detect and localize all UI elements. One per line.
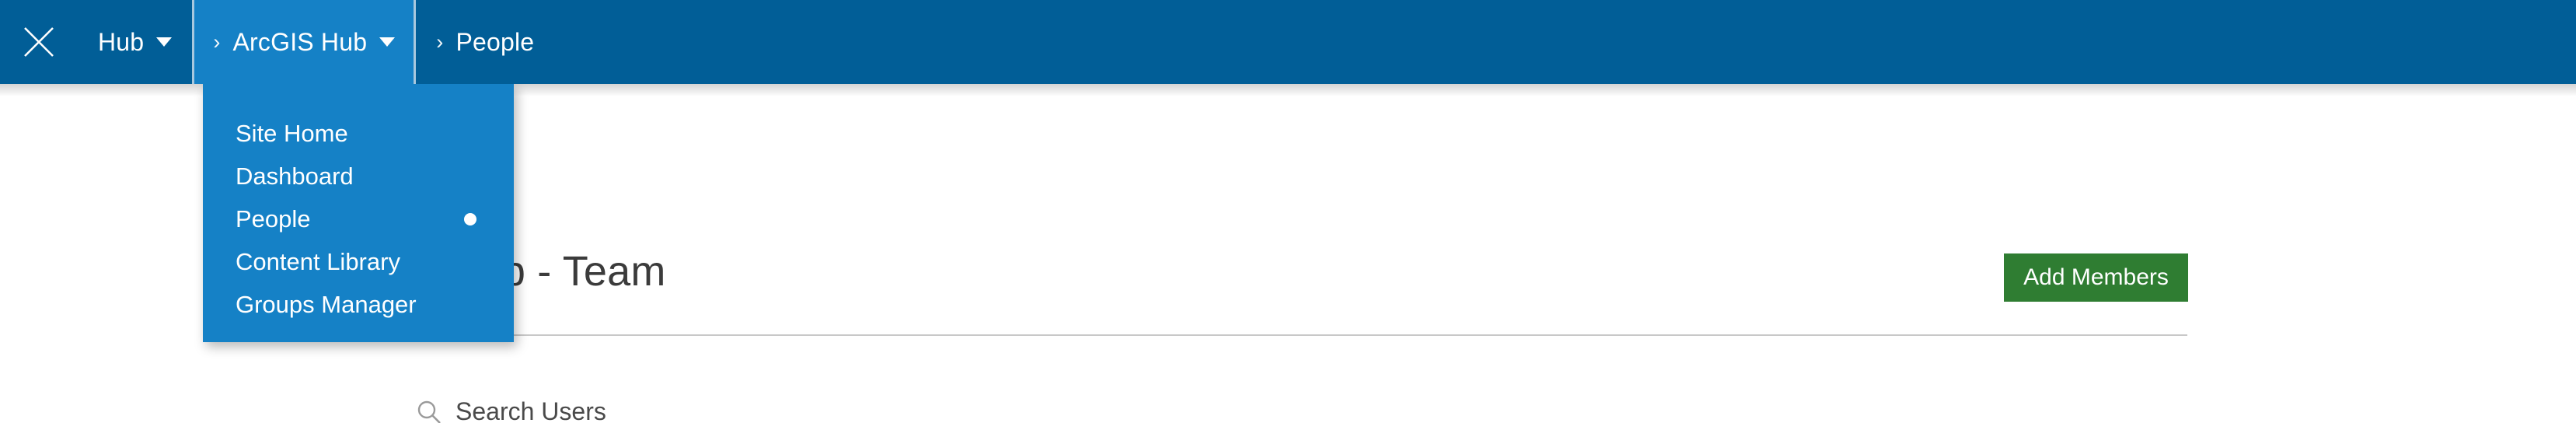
chevron-right-icon: ›: [213, 30, 221, 54]
menu-item-label: Dashboard: [236, 162, 354, 190]
menu-item-site-home[interactable]: Site Home: [203, 112, 514, 155]
menu-item-groups-manager[interactable]: Groups Manager: [203, 283, 514, 326]
breadcrumb-label-arcgis-hub: ArcGIS Hub: [232, 27, 368, 56]
breadcrumb-bar: Hub › ArcGIS Hub › People: [0, 0, 2576, 84]
breadcrumb-label-hub: Hub: [98, 27, 145, 56]
chevron-down-icon: [156, 37, 173, 47]
menu-item-label: Groups Manager: [236, 290, 417, 318]
menu-item-label: Content Library: [236, 247, 400, 275]
menu-item-label: People: [236, 205, 311, 232]
chevron-right-icon: ›: [436, 30, 444, 54]
selected-indicator-dot-icon: [464, 212, 476, 225]
menu-item-label: Site Home: [236, 119, 348, 147]
search-input-placeholder[interactable]: Search Users: [456, 393, 606, 423]
breadcrumb-item-people[interactable]: › People: [416, 0, 554, 84]
add-members-button[interactable]: Add Members: [2004, 253, 2188, 302]
breadcrumb-label-people: People: [456, 27, 535, 56]
menu-item-dashboard[interactable]: Dashboard: [203, 155, 514, 198]
search-icon: [415, 398, 443, 423]
arcgis-hub-dropdown-menu: Site Home Dashboard People Content Libra…: [203, 84, 514, 342]
menu-item-people[interactable]: People: [203, 198, 514, 240]
chevron-down-icon: [379, 37, 396, 47]
close-icon: [21, 24, 57, 60]
search-users-field[interactable]: Search Users: [415, 393, 2187, 423]
app-root: Hub › ArcGIS Hub › People ArcGIS Hub - T…: [0, 0, 2576, 423]
breadcrumb-item-arcgis-hub[interactable]: › ArcGIS Hub: [192, 0, 417, 84]
close-button[interactable]: [0, 0, 78, 84]
menu-item-content-library[interactable]: Content Library: [203, 240, 514, 283]
section-divider: [415, 334, 2187, 336]
breadcrumb-item-hub[interactable]: Hub: [78, 0, 192, 84]
